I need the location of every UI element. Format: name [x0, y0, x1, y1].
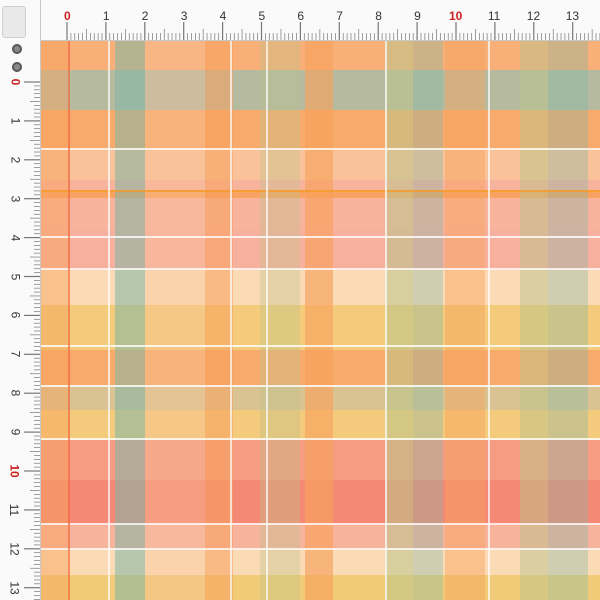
left-ruler-label: 11 — [7, 503, 22, 517]
plaid-thread — [40, 236, 600, 238]
plaid-pattern — [40, 40, 600, 600]
left-ruler-label: 1 — [8, 117, 23, 125]
plaid-thread — [230, 40, 232, 600]
plaid-thread — [40, 523, 600, 525]
top-ruler-label: 10 — [449, 9, 463, 23]
left-ruler-label: 12 — [7, 542, 22, 556]
plaid-thread — [40, 345, 600, 347]
left-ruler-label: 3 — [8, 195, 23, 203]
top-ruler-label: 4 — [219, 9, 227, 23]
top-ruler-label: 0 — [64, 9, 71, 23]
top-ruler-label: 8 — [375, 9, 382, 23]
top-ruler-label: 1 — [102, 9, 110, 23]
plaid-vertical-band — [548, 40, 588, 600]
top-ruler-label: 6 — [297, 9, 305, 23]
plaid-thread — [266, 40, 268, 600]
top-ruler-label: 5 — [258, 9, 266, 23]
plaid-vertical-band — [520, 40, 548, 600]
ruler-corner — [0, 0, 40, 72]
top-ruler-label: 13 — [565, 9, 580, 23]
plaid-thread — [40, 190, 600, 192]
plaid-vertical-band — [145, 40, 205, 600]
plaid-thread — [108, 40, 110, 600]
top-ruler: 01234567891011121314 — [0, 0, 600, 41]
left-ruler-label: 0 — [8, 78, 23, 86]
ruler-clip — [2, 6, 26, 38]
plaid-vertical-band — [115, 40, 145, 600]
plaid-fabric-swatch — [40, 40, 600, 600]
plaid-thread — [40, 548, 600, 550]
top-ruler-label: 3 — [180, 9, 188, 23]
left-ruler-label: 8 — [8, 389, 23, 397]
left-ruler-label: 13 — [7, 581, 22, 595]
left-ruler-label: 4 — [8, 234, 23, 241]
top-ruler-label: 7 — [336, 9, 343, 23]
plaid-thread — [68, 40, 70, 600]
plaid-vertical-band — [305, 40, 333, 600]
top-ruler-label: 12 — [526, 9, 541, 23]
plaid-thread — [40, 438, 600, 440]
plaid-thread — [385, 40, 387, 600]
top-ruler-label: 11 — [487, 9, 501, 23]
left-ruler-label: 2 — [8, 156, 23, 164]
plaid-vertical-band — [413, 40, 443, 600]
left-ruler-label: 5 — [8, 273, 23, 280]
plaid-vertical-band — [205, 40, 233, 600]
plaid-vertical-band — [40, 40, 68, 600]
plaid-vertical-band — [385, 40, 413, 600]
ruler-hole-icon — [12, 62, 22, 72]
top-ruler-label: 9 — [414, 9, 421, 23]
left-ruler-label: 9 — [8, 428, 23, 436]
plaid-thread — [488, 40, 490, 600]
plaid-thread — [40, 268, 600, 270]
plaid-thread — [40, 385, 600, 387]
left-ruler-label: 10 — [7, 464, 22, 478]
plaid-thread — [40, 148, 600, 150]
left-ruler-label: 6 — [8, 312, 23, 319]
left-ruler: 0 1 2 3 4 5 6 7 8 9 10 11 12 13 — [0, 0, 41, 600]
top-ruler-label: 2 — [141, 9, 149, 23]
plaid-vertical-band — [445, 40, 485, 600]
ruler-hole-icon — [12, 44, 22, 54]
left-ruler-label: 7 — [8, 350, 23, 358]
